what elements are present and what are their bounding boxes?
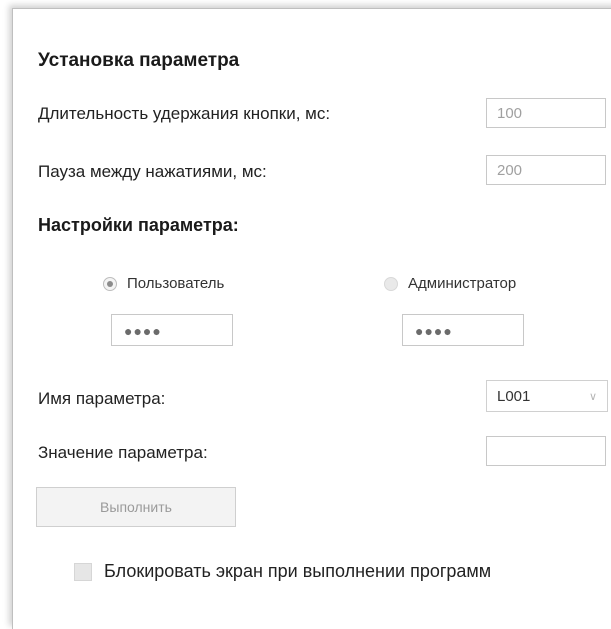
pause-label: Пауза между нажатиями, мс: bbox=[38, 162, 267, 181]
admin-password-field[interactable]: ●●●● bbox=[402, 314, 524, 346]
pause-input[interactable] bbox=[486, 155, 606, 185]
execute-button[interactable]: Выполнить bbox=[36, 487, 236, 527]
param-value-input[interactable] bbox=[486, 436, 606, 466]
panel-title: Установка параметра bbox=[38, 50, 240, 71]
lock-screen-checkbox[interactable] bbox=[74, 562, 92, 581]
param-name-label: Имя параметра: bbox=[38, 389, 166, 408]
param-name-select[interactable]: L001 ∨ bbox=[486, 380, 608, 412]
lock-screen-label: Блокировать экран при выполнении програм… bbox=[104, 561, 492, 581]
param-name-selected: L001 bbox=[497, 387, 531, 405]
param-value-label: Значение параметра: bbox=[38, 443, 208, 462]
admin-radio-button[interactable] bbox=[384, 276, 398, 291]
user-password-field[interactable]: ●●●● bbox=[111, 314, 233, 346]
chevron-down-icon[interactable]: ∨ bbox=[589, 390, 597, 403]
user-radio-option[interactable]: Пользователь bbox=[103, 275, 224, 292]
settings-title: Настройки параметра: bbox=[38, 215, 239, 235]
admin-radio-option[interactable]: Администратор bbox=[384, 275, 516, 292]
lock-screen-option[interactable]: Блокировать экран при выполнении програм… bbox=[74, 561, 491, 582]
user-radio-button[interactable] bbox=[103, 276, 117, 291]
admin-radio-label: Администратор bbox=[408, 275, 517, 292]
hold-duration-input[interactable] bbox=[486, 98, 606, 128]
user-radio-label: Пользователь bbox=[127, 275, 225, 292]
hold-duration-label: Длительность удержания кнопки, мс: bbox=[38, 104, 331, 123]
